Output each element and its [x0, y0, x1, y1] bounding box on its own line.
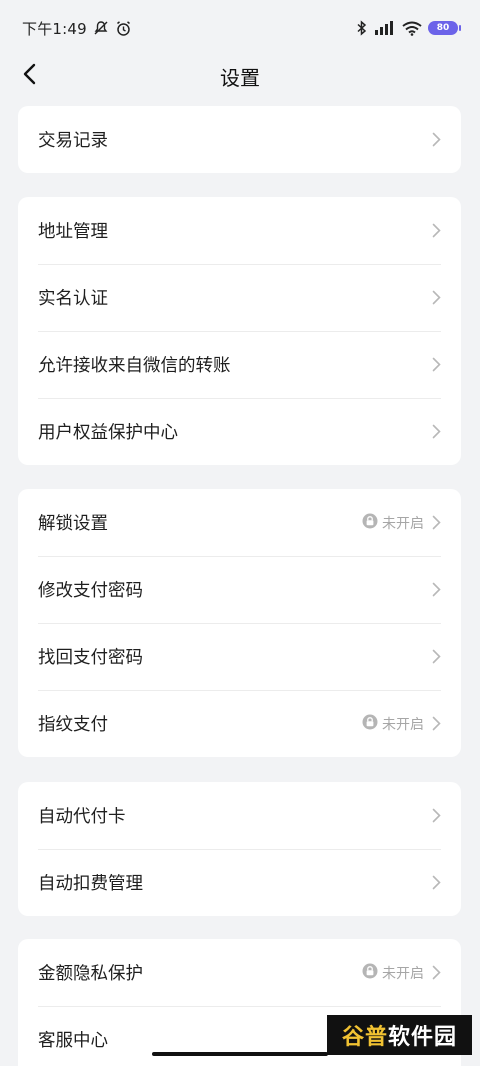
- chevron-right-icon: [432, 132, 441, 147]
- row-label: 交易记录: [38, 131, 108, 151]
- status-bar: 下午1:49 80: [0, 0, 480, 56]
- lock-icon: [362, 963, 378, 983]
- status-right: 80: [356, 20, 461, 36]
- chevron-right-icon: [432, 875, 441, 890]
- settings-row-real-name-verification[interactable]: 实名认证: [18, 264, 461, 331]
- settings-row-auto-pay-card[interactable]: 自动代付卡: [18, 782, 461, 849]
- back-button[interactable]: [12, 58, 48, 94]
- row-label: 修改支付密码: [38, 581, 143, 601]
- settings-row-unlock-settings[interactable]: 解锁设置 未开启: [18, 489, 461, 556]
- row-label: 用户权益保护中心: [38, 423, 178, 443]
- lock-icon: [362, 714, 378, 734]
- status-not-enabled: 未开启: [362, 963, 424, 983]
- chevron-right-icon: [432, 223, 441, 238]
- home-indicator[interactable]: [152, 1052, 328, 1056]
- row-label: 自动代付卡: [38, 807, 126, 827]
- watermark-part2: 软件园: [388, 1025, 458, 1050]
- signal-icon: [374, 21, 396, 35]
- row-label: 指纹支付: [38, 715, 108, 735]
- settings-group-auto-payment: 自动代付卡 自动扣费管理: [18, 782, 461, 916]
- status-left: 下午1:49: [22, 18, 132, 39]
- status-not-enabled: 未开启: [362, 714, 424, 734]
- bluetooth-icon: [356, 20, 368, 36]
- row-label: 允许接收来自微信的转账: [38, 356, 231, 376]
- watermark-part1: 谷普: [341, 1025, 388, 1050]
- settings-row-recover-payment-password[interactable]: 找回支付密码: [18, 623, 461, 690]
- chevron-right-icon: [432, 515, 441, 530]
- nav-bar: 设置: [0, 56, 480, 96]
- status-text: 未开启: [382, 965, 424, 982]
- lock-icon: [362, 513, 378, 533]
- alarm-icon: [115, 20, 132, 37]
- chevron-right-icon: [432, 582, 441, 597]
- settings-group-account: 地址管理 实名认证 允许接收来自微信的转账 用户权益保护中心: [18, 197, 461, 465]
- chevron-right-icon: [432, 965, 441, 980]
- settings-row-change-payment-password[interactable]: 修改支付密码: [18, 556, 461, 623]
- status-time: 下午1:49: [22, 19, 87, 38]
- chevron-left-icon: [22, 63, 38, 89]
- mute-icon: [93, 20, 109, 36]
- settings-row-fingerprint-payment[interactable]: 指纹支付 未开启: [18, 690, 461, 757]
- row-label: 找回支付密码: [38, 648, 143, 668]
- row-label: 金额隐私保护: [38, 964, 143, 984]
- status-text: 未开启: [382, 716, 424, 733]
- settings-row-address-management[interactable]: 地址管理: [18, 197, 461, 264]
- watermark: 谷普 软件园: [327, 1015, 472, 1055]
- chevron-right-icon: [432, 716, 441, 731]
- chevron-right-icon: [432, 649, 441, 664]
- chevron-right-icon: [432, 357, 441, 372]
- settings-row-transaction-records[interactable]: 交易记录: [18, 106, 461, 173]
- battery-icon: 80: [428, 21, 461, 35]
- settings-row-auto-deduction-management[interactable]: 自动扣费管理: [18, 849, 461, 916]
- chevron-right-icon: [432, 808, 441, 823]
- settings-row-wechat-transfer[interactable]: 允许接收来自微信的转账: [18, 331, 461, 398]
- settings-row-user-rights-center[interactable]: 用户权益保护中心: [18, 398, 461, 465]
- settings-row-amount-privacy[interactable]: 金额隐私保护 未开启: [18, 939, 461, 1006]
- status-text: 未开启: [382, 515, 424, 532]
- chevron-right-icon: [432, 424, 441, 439]
- chevron-right-icon: [432, 290, 441, 305]
- row-label: 地址管理: [38, 222, 108, 242]
- status-not-enabled: 未开启: [362, 513, 424, 533]
- row-label: 自动扣费管理: [38, 874, 143, 894]
- settings-group-transactions: 交易记录: [18, 106, 461, 173]
- page-title: 设置: [220, 65, 260, 90]
- row-label: 实名认证: [38, 289, 108, 309]
- settings-group-security: 解锁设置 未开启 修改支付密码 找回支付密码 指纹支付 未开启: [18, 489, 461, 757]
- row-label: 解锁设置: [38, 514, 108, 534]
- wifi-icon: [402, 21, 422, 36]
